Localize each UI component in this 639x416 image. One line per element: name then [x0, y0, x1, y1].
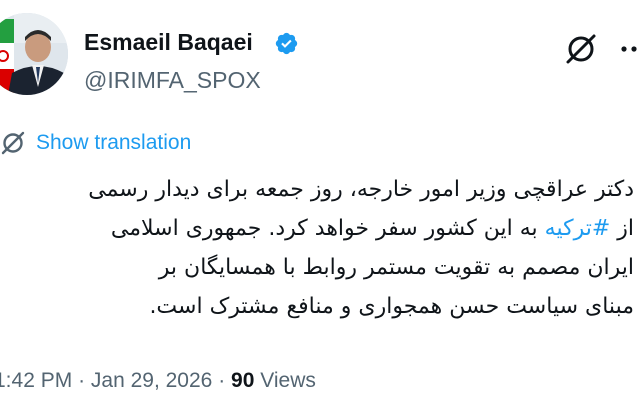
more-button[interactable] — [614, 30, 639, 68]
show-translation-label: Show translation — [36, 131, 192, 154]
tweet-text-segment: به این کشور سفر خواهد کرد. جمهوری اسلامی — [110, 216, 545, 241]
tweet-text-line: مبنای سیاست حسن همجواری و منافع مشترک اس… — [149, 294, 634, 319]
grok-button[interactable] — [562, 30, 600, 68]
tweet-text-line: ایران مصمم به تقویت مستمر روابط با همسای… — [158, 255, 634, 280]
hashtag-link[interactable]: #ترکیه — [545, 216, 611, 241]
author-handle[interactable]: @IRIMFA_SPOX — [84, 66, 261, 94]
tweet-time[interactable]: 1:42 PM — [0, 369, 72, 392]
tweet-meta: 1:42 PM · Jan 29, 2026 · 90 Views — [0, 367, 316, 395]
author-name[interactable]: Esmaeil Baqaei — [84, 28, 253, 56]
views-label: Views — [260, 369, 316, 392]
avatar[interactable] — [0, 13, 68, 95]
tweet-text-line: از #ترکیه به این کشور سفر خواهد کرد. جمه… — [0, 209, 634, 248]
verified-badge-icon — [275, 32, 298, 55]
meta-separator: · — [218, 369, 226, 392]
show-translation-link[interactable]: Show translation — [0, 127, 191, 159]
tweet-text: دکتر عراقچی وزیر امور خارجه، روز جمعه بر… — [0, 170, 634, 326]
tweet-text-segment: از — [610, 216, 634, 241]
avatar-image — [0, 13, 68, 95]
views-count: 90 — [231, 369, 255, 392]
tweet-text-line: دکتر عراقچی وزیر امور خارجه، روز جمعه بر… — [88, 177, 634, 202]
grok-icon — [566, 34, 596, 64]
tweet-date[interactable]: Jan 29, 2026 — [91, 369, 212, 392]
meta-separator: · — [78, 369, 86, 392]
more-icon — [621, 46, 637, 52]
grok-icon — [1, 131, 25, 155]
